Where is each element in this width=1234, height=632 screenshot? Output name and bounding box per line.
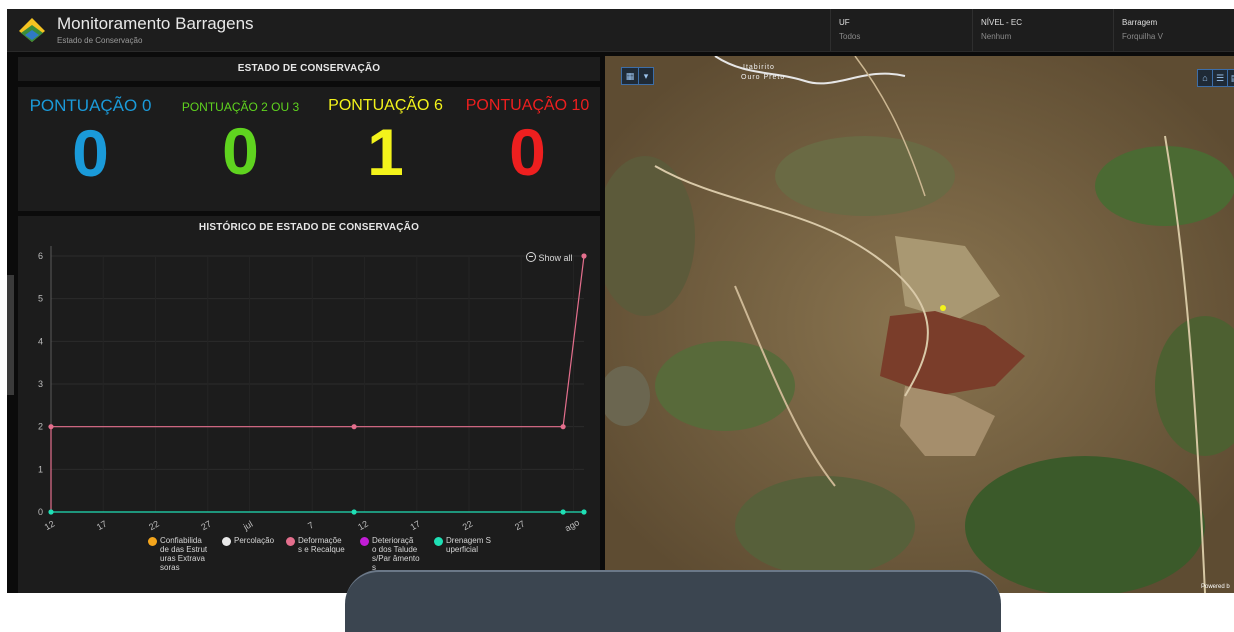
x-tick-label: ago bbox=[563, 517, 581, 533]
legend-label: Deformaçõe s e Recalque bbox=[298, 536, 345, 554]
header-divider bbox=[972, 9, 973, 51]
scores-panel: PONTUAÇÃO 0 0 PONTUAÇÃO 2 OU 3 0 PONTUAÇ… bbox=[18, 87, 600, 211]
list-icon: ☰ bbox=[1215, 73, 1225, 83]
legend-dot bbox=[434, 537, 443, 546]
app-subtitle: Estado de Conservação bbox=[57, 36, 143, 45]
header-divider bbox=[830, 9, 831, 51]
score-label: PONTUAÇÃO 0 bbox=[29, 96, 152, 115]
y-tick-label: 6 bbox=[38, 251, 43, 261]
zoom-out-icon bbox=[526, 252, 536, 262]
legend-item[interactable]: Deterioraçã o dos Taludes/Par âmentos bbox=[360, 536, 430, 572]
y-tick-label: 5 bbox=[38, 294, 43, 304]
map-place-label: Ouro Preto bbox=[741, 74, 786, 81]
chart-legend: Confiabilida de das Estruturas Extravaso… bbox=[148, 536, 504, 572]
data-point bbox=[560, 509, 566, 515]
map-imagery bbox=[605, 56, 1234, 593]
x-tick-label: 17 bbox=[95, 519, 109, 533]
filter-nivel-ec-label: NÍVEL - EC bbox=[981, 18, 1023, 27]
score-card-10: PONTUAÇÃO 10 0 bbox=[455, 87, 600, 185]
bottom-overlay-panel bbox=[345, 570, 1001, 632]
x-tick-label: 7 bbox=[306, 520, 315, 531]
app-title: Monitoramento Barragens bbox=[57, 14, 254, 33]
score-card-0: PONTUAÇÃO 0 0 bbox=[18, 87, 163, 186]
legend-dot bbox=[222, 537, 231, 546]
x-tick-label: 27 bbox=[513, 519, 527, 533]
legend-label: Percolação bbox=[234, 536, 275, 545]
x-tick-label: 27 bbox=[199, 519, 213, 533]
dashboard-app: Monitoramento Barragens Estado de Conser… bbox=[7, 9, 1234, 593]
x-tick-label: 22 bbox=[461, 519, 475, 533]
legend-item[interactable]: Percolação bbox=[222, 536, 282, 572]
filter-barragem[interactable]: Barragem Forquilha V bbox=[1122, 18, 1163, 41]
filter-uf-label: UF bbox=[839, 18, 850, 27]
scores-title: ESTADO DE CONSERVAÇÃO bbox=[237, 63, 381, 74]
header-divider bbox=[1113, 9, 1114, 51]
data-point bbox=[581, 509, 587, 515]
basemap-dropdown-button[interactable]: ▾ bbox=[638, 67, 654, 85]
legend-dot bbox=[360, 537, 369, 546]
y-tick-label: 4 bbox=[38, 336, 43, 346]
y-tick-label: 0 bbox=[38, 507, 43, 517]
data-point bbox=[351, 509, 357, 515]
basemap-button[interactable]: ▦ bbox=[621, 67, 639, 85]
score-card-6: PONTUAÇÃO 6 1 bbox=[313, 87, 458, 185]
chevron-down-icon: ▾ bbox=[643, 71, 649, 81]
score-value: 1 bbox=[367, 115, 404, 189]
data-point bbox=[581, 253, 587, 259]
x-tick-label: 12 bbox=[356, 519, 370, 533]
satellite-map[interactable]: Itabirito Ouro Preto ▦ ▾ ⌂ ☰ ▤ Powered b bbox=[605, 56, 1234, 593]
logo-icon bbox=[19, 18, 45, 42]
x-tick-label: 17 bbox=[408, 519, 422, 533]
score-value: 0 bbox=[222, 114, 259, 188]
data-point bbox=[560, 424, 566, 430]
score-value: 0 bbox=[72, 116, 109, 190]
filter-nivel-ec-value: Nenhum bbox=[981, 32, 1012, 41]
x-tick-label: jul bbox=[241, 519, 255, 533]
y-tick-label: 2 bbox=[38, 422, 43, 432]
score-label: PONTUAÇÃO 10 bbox=[465, 97, 590, 114]
x-tick-label: 12 bbox=[43, 519, 57, 533]
layer-list-button[interactable]: ▤ bbox=[1227, 69, 1234, 87]
home-button[interactable]: ⌂ bbox=[1197, 69, 1213, 87]
legend-dot bbox=[148, 537, 157, 546]
y-tick-label: 3 bbox=[38, 379, 43, 389]
x-tick-label: 22 bbox=[147, 519, 161, 533]
legend-item[interactable]: Deformaçõe s e Recalque bbox=[286, 536, 356, 572]
legend-dot bbox=[286, 537, 295, 546]
legend-label: Drenagem Superficial bbox=[446, 536, 491, 554]
legend-label: Deterioraçã o dos Taludes/Par âmentos bbox=[372, 536, 420, 572]
filter-barragem-label: Barragem bbox=[1122, 18, 1158, 27]
layers-icon: ▦ bbox=[625, 71, 635, 81]
scores-title-panel: ESTADO DE CONSERVAÇÃO bbox=[18, 57, 600, 81]
filter-nivel-ec[interactable]: NÍVEL - EC Nenhum bbox=[981, 18, 1022, 41]
legend-item[interactable]: Confiabilida de das Estruturas Extravaso… bbox=[148, 536, 218, 572]
map-place-label: Itabirito bbox=[743, 64, 775, 71]
data-point bbox=[48, 424, 54, 430]
score-value: 0 bbox=[509, 115, 546, 189]
filter-uf-value: Todos bbox=[839, 32, 861, 41]
map-attribution: Powered b bbox=[1201, 584, 1230, 590]
filter-uf[interactable]: UF Todos bbox=[839, 18, 860, 41]
score-card-2-3: PONTUAÇÃO 2 OU 3 0 bbox=[168, 87, 313, 184]
app-header: Monitoramento Barragens Estado de Conser… bbox=[7, 9, 1234, 52]
side-panel-toggle[interactable] bbox=[7, 275, 14, 395]
show-all-label: Show all bbox=[538, 253, 573, 263]
legend-item[interactable]: Drenagem Superficial bbox=[434, 536, 504, 572]
legend-list-button[interactable]: ☰ bbox=[1212, 69, 1228, 87]
dam-marker[interactable] bbox=[940, 305, 946, 311]
score-label: PONTUAÇÃO 6 bbox=[328, 97, 443, 114]
data-point bbox=[48, 509, 54, 515]
legend-label: Confiabilida de das Estruturas Extravaso… bbox=[160, 536, 208, 572]
home-icon: ⌂ bbox=[1202, 73, 1208, 83]
show-all-button[interactable]: Show all bbox=[526, 252, 573, 263]
filter-barragem-value: Forquilha V bbox=[1122, 32, 1163, 41]
y-tick-label: 1 bbox=[38, 464, 43, 474]
history-panel: HISTÓRICO DE ESTADO DE CONSERVAÇÃO 01234… bbox=[18, 216, 600, 593]
data-point bbox=[351, 424, 357, 430]
score-label: PONTUAÇÃO 2 OU 3 bbox=[181, 100, 300, 114]
